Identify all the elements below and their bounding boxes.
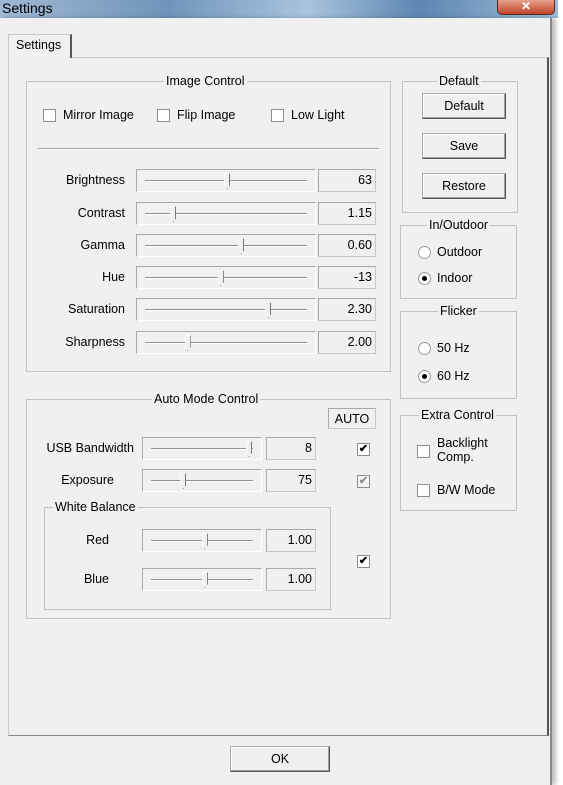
ok-button[interactable]: OK xyxy=(230,746,330,772)
50hz-radio[interactable] xyxy=(418,342,431,355)
slider-label: Red xyxy=(86,533,109,547)
checkbox-label: Flip Image xyxy=(177,108,236,122)
divider xyxy=(38,148,379,150)
slider-label: Exposure xyxy=(61,473,114,487)
slider-track xyxy=(145,213,307,215)
slider-track xyxy=(145,309,307,311)
slider-label: Blue xyxy=(83,572,109,586)
flip-image-checkbox[interactable] xyxy=(157,109,170,122)
backlight-comp-checkbox[interactable] xyxy=(417,445,430,458)
default-button[interactable]: Default xyxy=(422,93,506,119)
slider-thumb[interactable] xyxy=(246,441,252,457)
slider-thumb[interactable] xyxy=(238,238,245,254)
group-title: In/Outdoor xyxy=(427,218,491,232)
in-outdoor-group: In/Outdoor xyxy=(400,218,517,299)
white-balance-group: White Balance xyxy=(44,500,331,610)
slider-label: Saturation xyxy=(68,302,125,316)
gamma-slider[interactable] xyxy=(136,234,316,257)
usb-bandwidth-auto-checkbox[interactable]: ✔ xyxy=(357,443,370,456)
close-icon: ✕ xyxy=(520,0,532,13)
red-slider[interactable] xyxy=(142,529,262,552)
low-light-checkbox[interactable] xyxy=(271,109,284,122)
sharpness-slider[interactable] xyxy=(136,331,316,354)
slider-value: 1.15 xyxy=(318,202,376,225)
slider-label: USB Bandwidth xyxy=(46,441,134,455)
slider-value: 8 xyxy=(266,437,316,460)
slider-value: 1.00 xyxy=(266,529,316,552)
slider-track xyxy=(145,342,307,344)
tab-settings[interactable]: Settings xyxy=(8,34,72,58)
slider-thumb[interactable] xyxy=(224,173,231,189)
radio-label: 60 Hz xyxy=(437,369,470,383)
usb-bandwidth-slider[interactable] xyxy=(142,437,262,460)
brightness-slider[interactable] xyxy=(136,169,316,192)
slider-value: 0.60 xyxy=(318,234,376,257)
outdoor-radio[interactable] xyxy=(418,246,431,259)
group-title: Image Control xyxy=(164,74,247,88)
slider-track xyxy=(151,448,253,450)
checkbox-label: Low Light xyxy=(291,108,345,122)
group-title: Auto Mode Control xyxy=(152,392,261,406)
slider-label: Brightness xyxy=(65,173,125,187)
slider-value: 2.30 xyxy=(318,298,376,321)
checkbox-label: B/W Mode xyxy=(437,483,496,497)
radio-label: Indoor xyxy=(437,271,473,285)
hue-slider[interactable] xyxy=(136,266,316,289)
restore-button[interactable]: Restore xyxy=(422,173,506,199)
slider-track xyxy=(145,277,307,279)
slider-value: -13 xyxy=(318,266,376,289)
slider-thumb[interactable] xyxy=(217,270,224,286)
image-control-group: Image Control xyxy=(26,74,391,372)
group-title: Default xyxy=(437,74,481,88)
close-button[interactable]: ✕ xyxy=(497,0,555,15)
slider-value: 75 xyxy=(266,469,316,492)
title-bar[interactable] xyxy=(0,0,558,18)
checkbox-label: Backlight Comp. xyxy=(437,436,488,464)
slider-label: Hue xyxy=(102,270,125,284)
slider-track xyxy=(145,245,307,247)
slider-value: 63 xyxy=(318,169,376,192)
slider-label: Contrast xyxy=(77,206,125,220)
slider-thumb[interactable] xyxy=(180,473,187,489)
contrast-slider[interactable] xyxy=(136,202,316,225)
group-title: Flicker xyxy=(438,304,479,318)
white-balance-auto-checkbox[interactable]: ✔ xyxy=(357,555,370,568)
flicker-group: Flicker xyxy=(400,304,517,399)
slider-thumb[interactable] xyxy=(170,206,177,222)
slider-thumb[interactable] xyxy=(184,335,191,351)
slider-track xyxy=(151,480,253,482)
slider-thumb[interactable] xyxy=(201,533,208,549)
radio-label: Outdoor xyxy=(437,245,483,259)
bw-mode-checkbox[interactable] xyxy=(417,484,430,497)
slider-value: 1.00 xyxy=(266,568,316,591)
indoor-radio[interactable] xyxy=(418,272,431,285)
checkbox-label: Mirror Image xyxy=(63,108,134,122)
slider-label: Gamma xyxy=(80,238,125,252)
saturation-slider[interactable] xyxy=(136,298,316,321)
auto-header: AUTO xyxy=(328,408,376,429)
slider-value: 2.00 xyxy=(318,331,376,354)
60hz-radio[interactable] xyxy=(418,370,431,383)
slider-thumb[interactable] xyxy=(265,302,272,318)
blue-slider[interactable] xyxy=(142,568,262,591)
slider-thumb[interactable] xyxy=(201,572,208,588)
radio-label: 50 Hz xyxy=(437,341,470,355)
exposure-slider[interactable] xyxy=(142,469,262,492)
mirror-image-checkbox[interactable] xyxy=(43,109,56,122)
exposure-auto-checkbox[interactable]: ✔ xyxy=(357,475,370,488)
group-title: White Balance xyxy=(53,500,138,514)
save-button[interactable]: Save xyxy=(422,133,506,159)
window-title: Settings xyxy=(2,0,53,16)
slider-label: Sharpness xyxy=(65,335,125,349)
group-title: Extra Control xyxy=(419,408,496,422)
